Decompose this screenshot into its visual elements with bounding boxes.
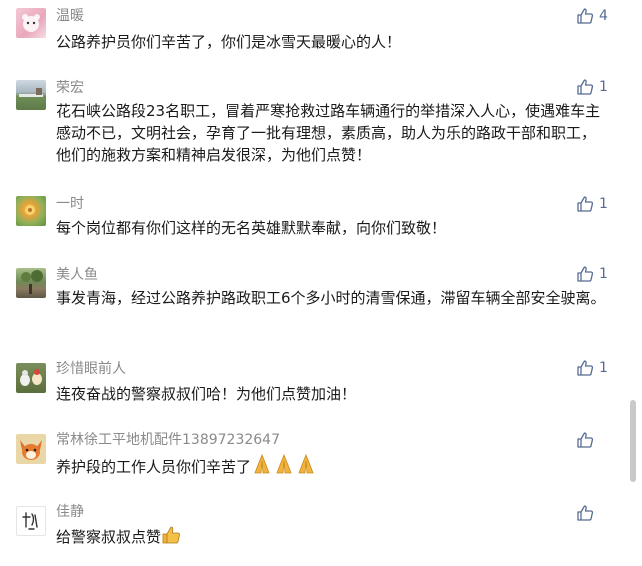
commenter-name: 珍惜眼前人 [56, 361, 126, 377]
like-count: 1 [599, 266, 608, 282]
comment-text: 养护段的工作人员你们辛苦了 [56, 453, 606, 481]
comment-text: 连夜奋战的警察叔叔们哈！为他们点赞加油！ [56, 385, 357, 403]
commenter-name: 常林徐工平地机配件13897232647 [56, 432, 280, 448]
like-count: 1 [599, 79, 608, 95]
comment-item: 常林徐工平地机配件13897232647 养护段的工作人员你们辛苦了 [0, 422, 620, 496]
comment-text: 每个岗位都有你们这样的无名英雄默默奉献，向你们致敬！ [56, 219, 447, 237]
comment-text: 公路养护员你们辛苦了，你们是冰雪天最暖心的人！ [56, 33, 402, 51]
thumbs-up-icon [577, 196, 594, 212]
comment-item: 佳静 给警察叔叔点赞 [0, 496, 620, 566]
like-count: 4 [599, 8, 608, 24]
comment-text-content: 给警察叔叔点赞 [56, 528, 162, 546]
commenter-name: 佳静 [56, 504, 84, 520]
commenter-name: 温暖 [56, 8, 84, 24]
like-button[interactable] [576, 431, 599, 449]
comment-item: 温暖 公路养护员你们辛苦了，你们是冰雪天最暖心的人！ 4 [0, 0, 620, 70]
like-button[interactable]: 1 [576, 359, 608, 377]
avatar[interactable] [16, 196, 46, 226]
like-count: 1 [599, 360, 608, 376]
like-count: 1 [599, 196, 608, 212]
avatar[interactable] [16, 363, 46, 393]
like-button[interactable]: 4 [576, 7, 608, 25]
avatar[interactable] [16, 434, 46, 464]
like-button[interactable] [576, 504, 599, 522]
comment-item: 荣宏 花石峡公路段23名职工，冒着严寒抢救过路车辆通行的举措深入人心，使遇难车主… [0, 70, 620, 182]
comment-item: 珍惜眼前人 连夜奋战的警察叔叔们哈！为他们点赞加油！ 1 [0, 352, 620, 422]
commenter-name: 荣宏 [56, 80, 84, 96]
comment-text: 给警察叔叔点赞 [56, 525, 606, 551]
avatar[interactable] [16, 80, 46, 110]
commenter-name: 美人鱼 [56, 267, 98, 283]
thumbs-up-icon [577, 505, 594, 521]
commenter-name: 一时 [56, 196, 84, 212]
comment-text: 事发青海，经过公路养护路政职工6个多小时的清雪保通，滞留车辆全部安全驶离。 [56, 289, 606, 307]
avatar[interactable] [16, 506, 46, 536]
pray-emoji [251, 453, 317, 481]
thumbs-up-icon [577, 266, 594, 282]
thumbs-up-icon [577, 360, 594, 376]
scrollbar-thumb[interactable] [630, 400, 636, 482]
comment-text-content: 养护段的工作人员你们辛苦了 [56, 458, 252, 476]
comment-text: 花石峡公路段23名职工，冒着严寒抢救过路车辆通行的举措深入人心，使遇难车主感动不… [56, 102, 601, 164]
comment-item: 一时 每个岗位都有你们这样的无名英雄默默奉献，向你们致敬！ 1 [0, 188, 620, 250]
like-button[interactable]: 1 [576, 265, 608, 283]
avatar[interactable] [16, 8, 46, 38]
like-button[interactable]: 1 [576, 78, 608, 96]
avatar[interactable] [16, 268, 46, 298]
thumbs-up-icon [577, 79, 594, 95]
thumbs-up-icon [577, 432, 594, 448]
like-button[interactable]: 1 [576, 195, 608, 213]
comment-item: 美人鱼 事发青海，经过公路养护路政职工6个多小时的清雪保通，滞留车辆全部安全驶离… [0, 258, 620, 352]
thumbs-up-icon [577, 8, 594, 24]
thumbs-up-emoji [161, 525, 181, 551]
